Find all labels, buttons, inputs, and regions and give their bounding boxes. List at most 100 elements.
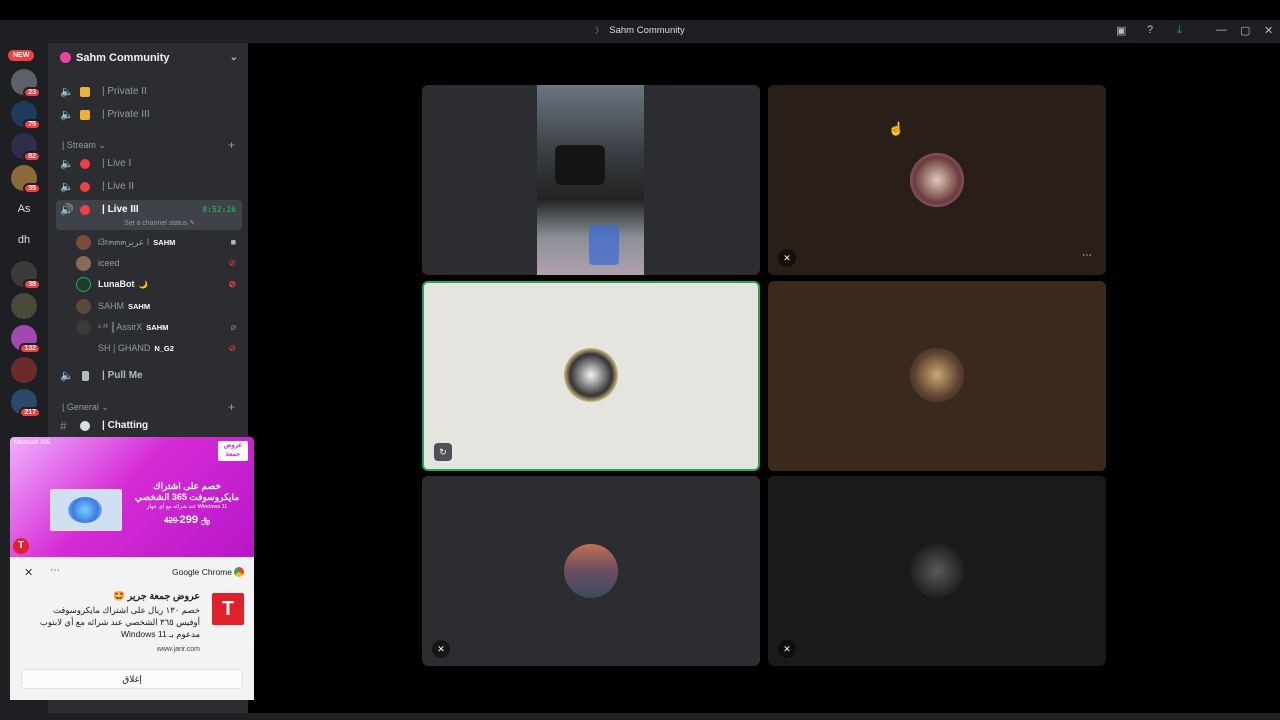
mute-icon: ✕: [778, 640, 796, 658]
voice-icon: 🔈: [60, 109, 74, 121]
ad-brand: Microsoft 365: [14, 440, 51, 446]
avatar: [910, 153, 964, 207]
voice-user-1[interactable]: i3r๓๓๓ا عرير SAHM ■: [76, 232, 242, 252]
voice-user-lunabot[interactable]: LunaBot 🌙 ⊘: [76, 274, 242, 294]
voice-user-4[interactable]: SAHM SAHM: [76, 296, 242, 316]
jarir-logo-icon: T: [13, 538, 29, 554]
avatar: [76, 341, 91, 356]
guild-dh[interactable]: dh: [11, 227, 37, 253]
mute-icon: ✕: [778, 249, 796, 267]
avatar: [76, 299, 91, 314]
new-badge: NEW: [8, 50, 35, 61]
channel-private-ii[interactable]: 🔈 | Private II: [56, 82, 242, 102]
title-bar: 〉 Sahm Community ▣ ? ⤓ — ▢ ✕: [0, 20, 1280, 43]
add-channel-icon[interactable]: +: [228, 400, 235, 414]
avatar: [564, 348, 618, 402]
video-tile-4[interactable]: [768, 281, 1106, 471]
red-dot-icon: [80, 182, 90, 192]
taskbar: [0, 713, 1280, 720]
help-icon[interactable]: ?: [1147, 24, 1153, 36]
red-dot-icon: [80, 159, 90, 169]
channel-chatting[interactable]: # | Chatting: [56, 416, 242, 436]
category-stream[interactable]: | Stream ⌄ +: [62, 138, 235, 152]
chevron-down-icon: ⌄: [101, 402, 109, 412]
hourglass-icon: [82, 371, 89, 381]
video-tile-3[interactable]: ↻: [422, 281, 760, 471]
video-tile-2[interactable]: ✕ ⋯ ☝: [768, 85, 1106, 275]
voice-user-5[interactable]: ˢ ᴴ ║AssirX SAHM ⌀: [76, 317, 242, 337]
video-tile-6[interactable]: ✕: [768, 476, 1106, 666]
voice-connected-icon: 🔊: [60, 204, 74, 216]
close-icon[interactable]: ✕: [24, 566, 33, 579]
voice-user-2[interactable]: iceed ⊘: [76, 253, 242, 273]
camera-icon: ■: [230, 237, 236, 247]
avatar: [76, 320, 91, 335]
chevron-down-icon: ⌄: [229, 52, 238, 63]
hash-icon: #: [60, 419, 67, 433]
notification-close-button[interactable]: إغلاق: [21, 669, 243, 689]
server-icon: [60, 52, 71, 63]
voice-icon: 🔈: [60, 370, 74, 382]
pencil-icon: ✎: [189, 220, 196, 227]
avatar: [910, 348, 964, 402]
minimize-icon[interactable]: —: [1216, 24, 1227, 36]
guild-as[interactable]: As: [11, 196, 37, 222]
voice-icon: 🔈: [60, 86, 74, 98]
guild-icon-9[interactable]: 217: [11, 389, 41, 418]
top-black-strip: [0, 0, 1280, 20]
download-icon[interactable]: ⤓: [1177, 24, 1182, 37]
notification-ad-image[interactable]: Microsoft 365 عروض جمعة خصم على اشتراك ما…: [10, 437, 254, 557]
guild-icon-8[interactable]: [11, 357, 37, 383]
lock-icon: [80, 87, 90, 97]
maximize-icon[interactable]: ▢: [1240, 24, 1250, 37]
notification-app-name: Google Chrome: [171, 567, 232, 577]
close-icon[interactable]: ✕: [1264, 24, 1273, 37]
deafen-icon: ⊘: [228, 258, 236, 268]
guild-icon-3[interactable]: 82: [11, 133, 41, 162]
voice-stage: ✕ ⋯ ☝ ↻ ✕ ✕: [248, 43, 1280, 713]
video-tile-1[interactable]: [422, 85, 760, 275]
mute-icon: ✕: [432, 640, 450, 658]
video-tile-5[interactable]: ✕: [422, 476, 760, 666]
window-title: 〉 Sahm Community: [595, 25, 685, 36]
camera-feed: [537, 85, 644, 275]
deafen-icon: ⊘: [228, 343, 236, 353]
chrome-icon: [234, 567, 244, 577]
red-dot-icon: [80, 205, 90, 215]
speech-bubble-icon: [80, 421, 90, 431]
voice-icon: 🔈: [60, 158, 74, 170]
guild-icon-7[interactable]: 132: [11, 325, 41, 354]
server-header[interactable]: Sahm Community ⌄: [48, 49, 248, 71]
voice-icon: 🔈: [60, 181, 74, 193]
channel-pull-me[interactable]: 🔈 | Pull Me: [56, 366, 242, 386]
avatar: [564, 544, 618, 598]
add-channel-icon[interactable]: +: [228, 138, 235, 152]
channel-private-iii[interactable]: 🔈 | Private III: [56, 105, 242, 125]
laptop-image: [50, 489, 122, 531]
avatar: [76, 277, 91, 292]
chevron-down-icon: ⌄: [98, 140, 106, 150]
guild-icon-5[interactable]: 38: [11, 261, 41, 290]
channel-status-hint[interactable]: Set a channel status ✎: [124, 219, 195, 227]
inbox-icon[interactable]: ▣: [1116, 24, 1126, 37]
category-general[interactable]: | General ⌄ +: [62, 400, 235, 414]
ad-text: خصم على اشتراك مايكروسوفت 365 الشخصي عند…: [134, 481, 240, 526]
chrome-notification[interactable]: ✕ ⋯ Google Chrome T عروض جمعة جرير 🤩 خصم…: [10, 557, 254, 700]
channel-live-i[interactable]: 🔈 | Live I: [56, 154, 242, 174]
avatar: [76, 256, 91, 271]
ad-badge: عروض جمعة: [218, 441, 248, 461]
guild-icon-1[interactable]: 23: [11, 69, 41, 98]
cursor-icon: ☝: [888, 121, 905, 136]
speaker-icon: 〉: [595, 26, 604, 35]
voice-timer: 8:52:16: [202, 205, 236, 214]
guild-icon-4[interactable]: 35: [11, 165, 41, 194]
guild-icon-6[interactable]: [11, 293, 37, 319]
voice-user-6[interactable]: SH | GHAND N_G2 ⊘: [76, 338, 242, 358]
avatar: [910, 544, 964, 598]
guild-icon-2[interactable]: 75: [11, 101, 41, 130]
more-icon[interactable]: ⋯: [50, 565, 60, 576]
channel-live-ii[interactable]: 🔈 | Live II: [56, 177, 242, 197]
jarir-logo-icon: T: [212, 593, 244, 625]
more-icon[interactable]: ⋯: [1078, 249, 1096, 267]
activity-icon: ↻: [434, 443, 452, 461]
